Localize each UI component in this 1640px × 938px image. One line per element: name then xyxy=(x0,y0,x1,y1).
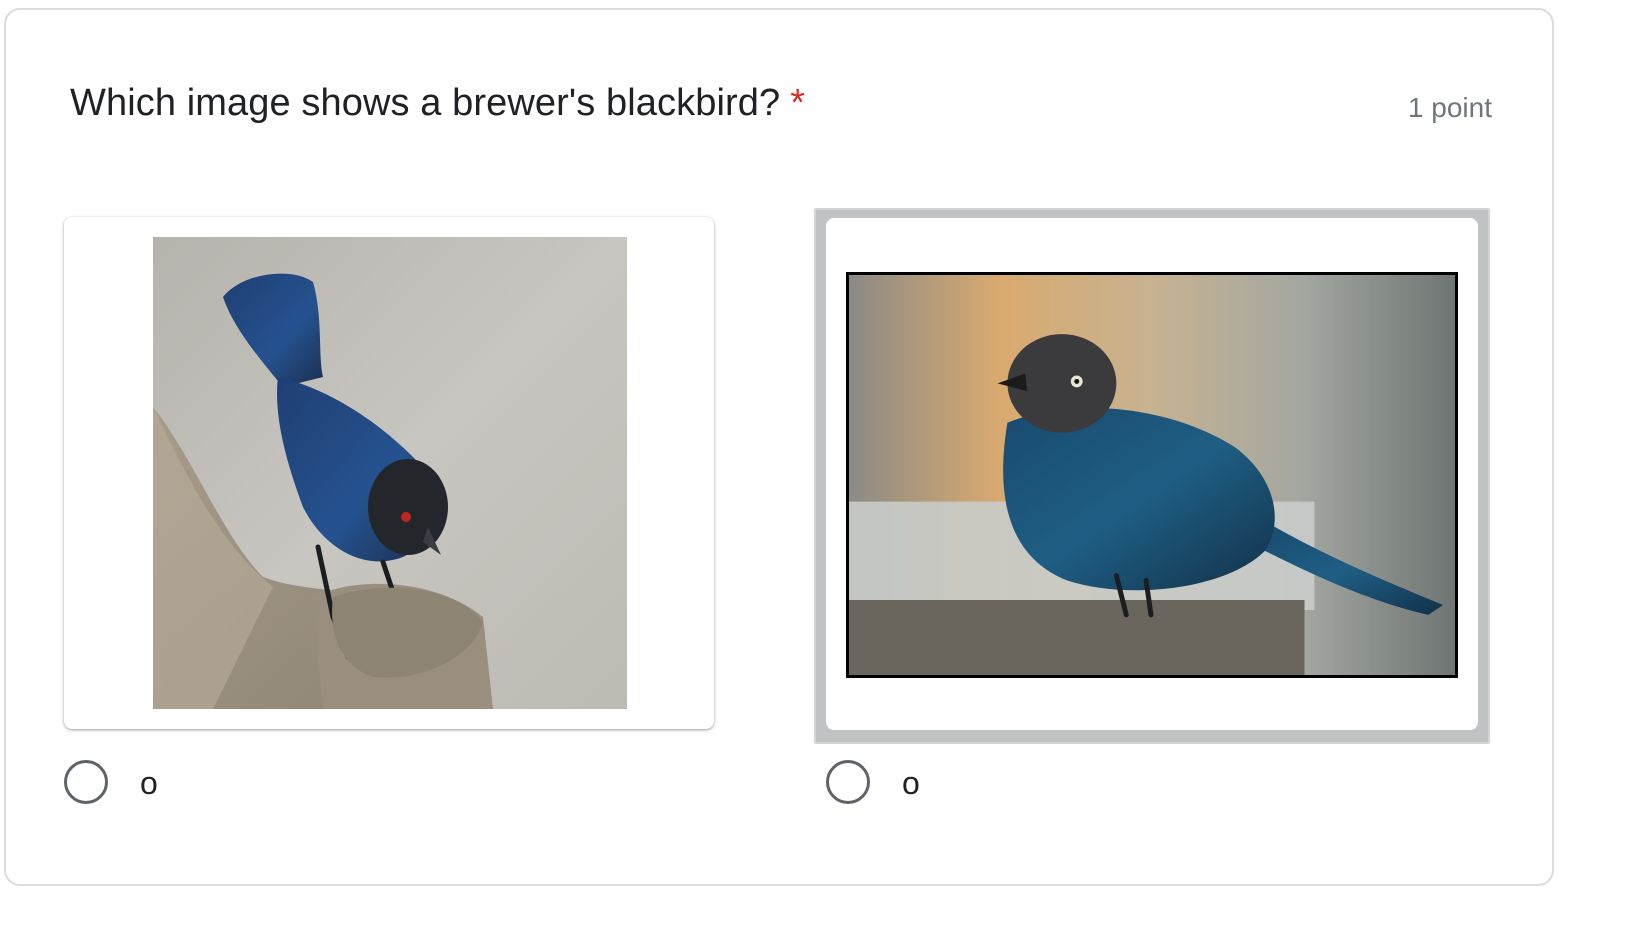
option-label-1: o xyxy=(140,764,158,801)
option-row-1[interactable]: o xyxy=(64,760,158,804)
option-radio-2[interactable] xyxy=(826,760,870,804)
option-image-card-1[interactable] xyxy=(64,217,714,729)
option-radio-1[interactable] xyxy=(64,760,108,804)
option-row-2[interactable]: o xyxy=(826,760,920,804)
option-label-2: o xyxy=(902,764,920,801)
required-asterisk: * xyxy=(790,82,806,124)
bird-photo-icon xyxy=(846,272,1458,678)
option-focus-frame-2 xyxy=(814,208,1490,744)
question-title: Which image shows a brewer's blackbird? * xyxy=(70,82,805,125)
bird-photo-icon xyxy=(153,237,627,709)
points-label: 1 point xyxy=(1407,92,1492,123)
option-image-card-2[interactable] xyxy=(826,218,1478,730)
question-text: Which image shows a brewer's blackbird? xyxy=(70,82,781,124)
